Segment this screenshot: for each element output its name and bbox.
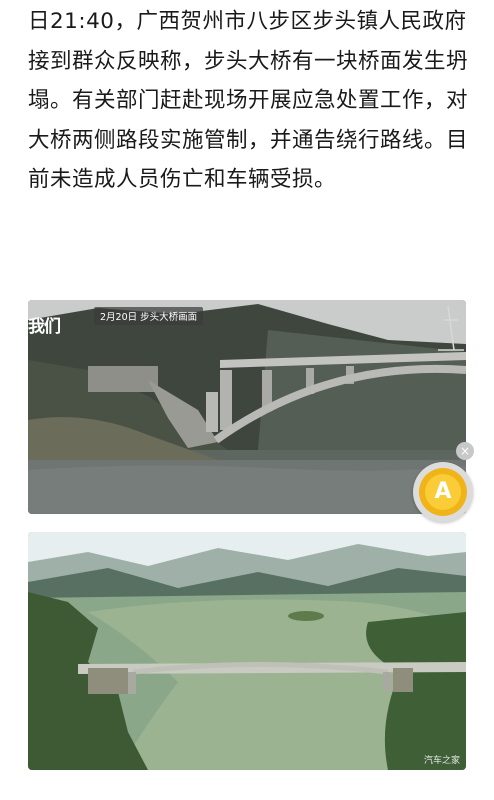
coin-icon: A [425, 474, 461, 510]
article-paragraph: 日21:40，广西贺州市八步区步头镇人民政府接到群众反映称，步头大桥有一块桥面发… [28, 9, 469, 192]
collapsed-bridge-scene [28, 300, 466, 514]
photo-date-caption: 2月20日 步头大桥画面 [94, 307, 204, 325]
close-icon[interactable]: × [456, 442, 474, 460]
news-logo: 我们 [28, 317, 61, 337]
collapsed-bridge-photo[interactable]: 我们 2月20日 步头大桥画面 [28, 300, 466, 514]
aerial-bridge-scene [28, 532, 466, 770]
bridge-aerial-photo[interactable]: 汽车之家 [28, 532, 466, 770]
coin-reward-button[interactable]: A [413, 462, 473, 522]
source-watermark: 汽车之家 [423, 756, 460, 766]
